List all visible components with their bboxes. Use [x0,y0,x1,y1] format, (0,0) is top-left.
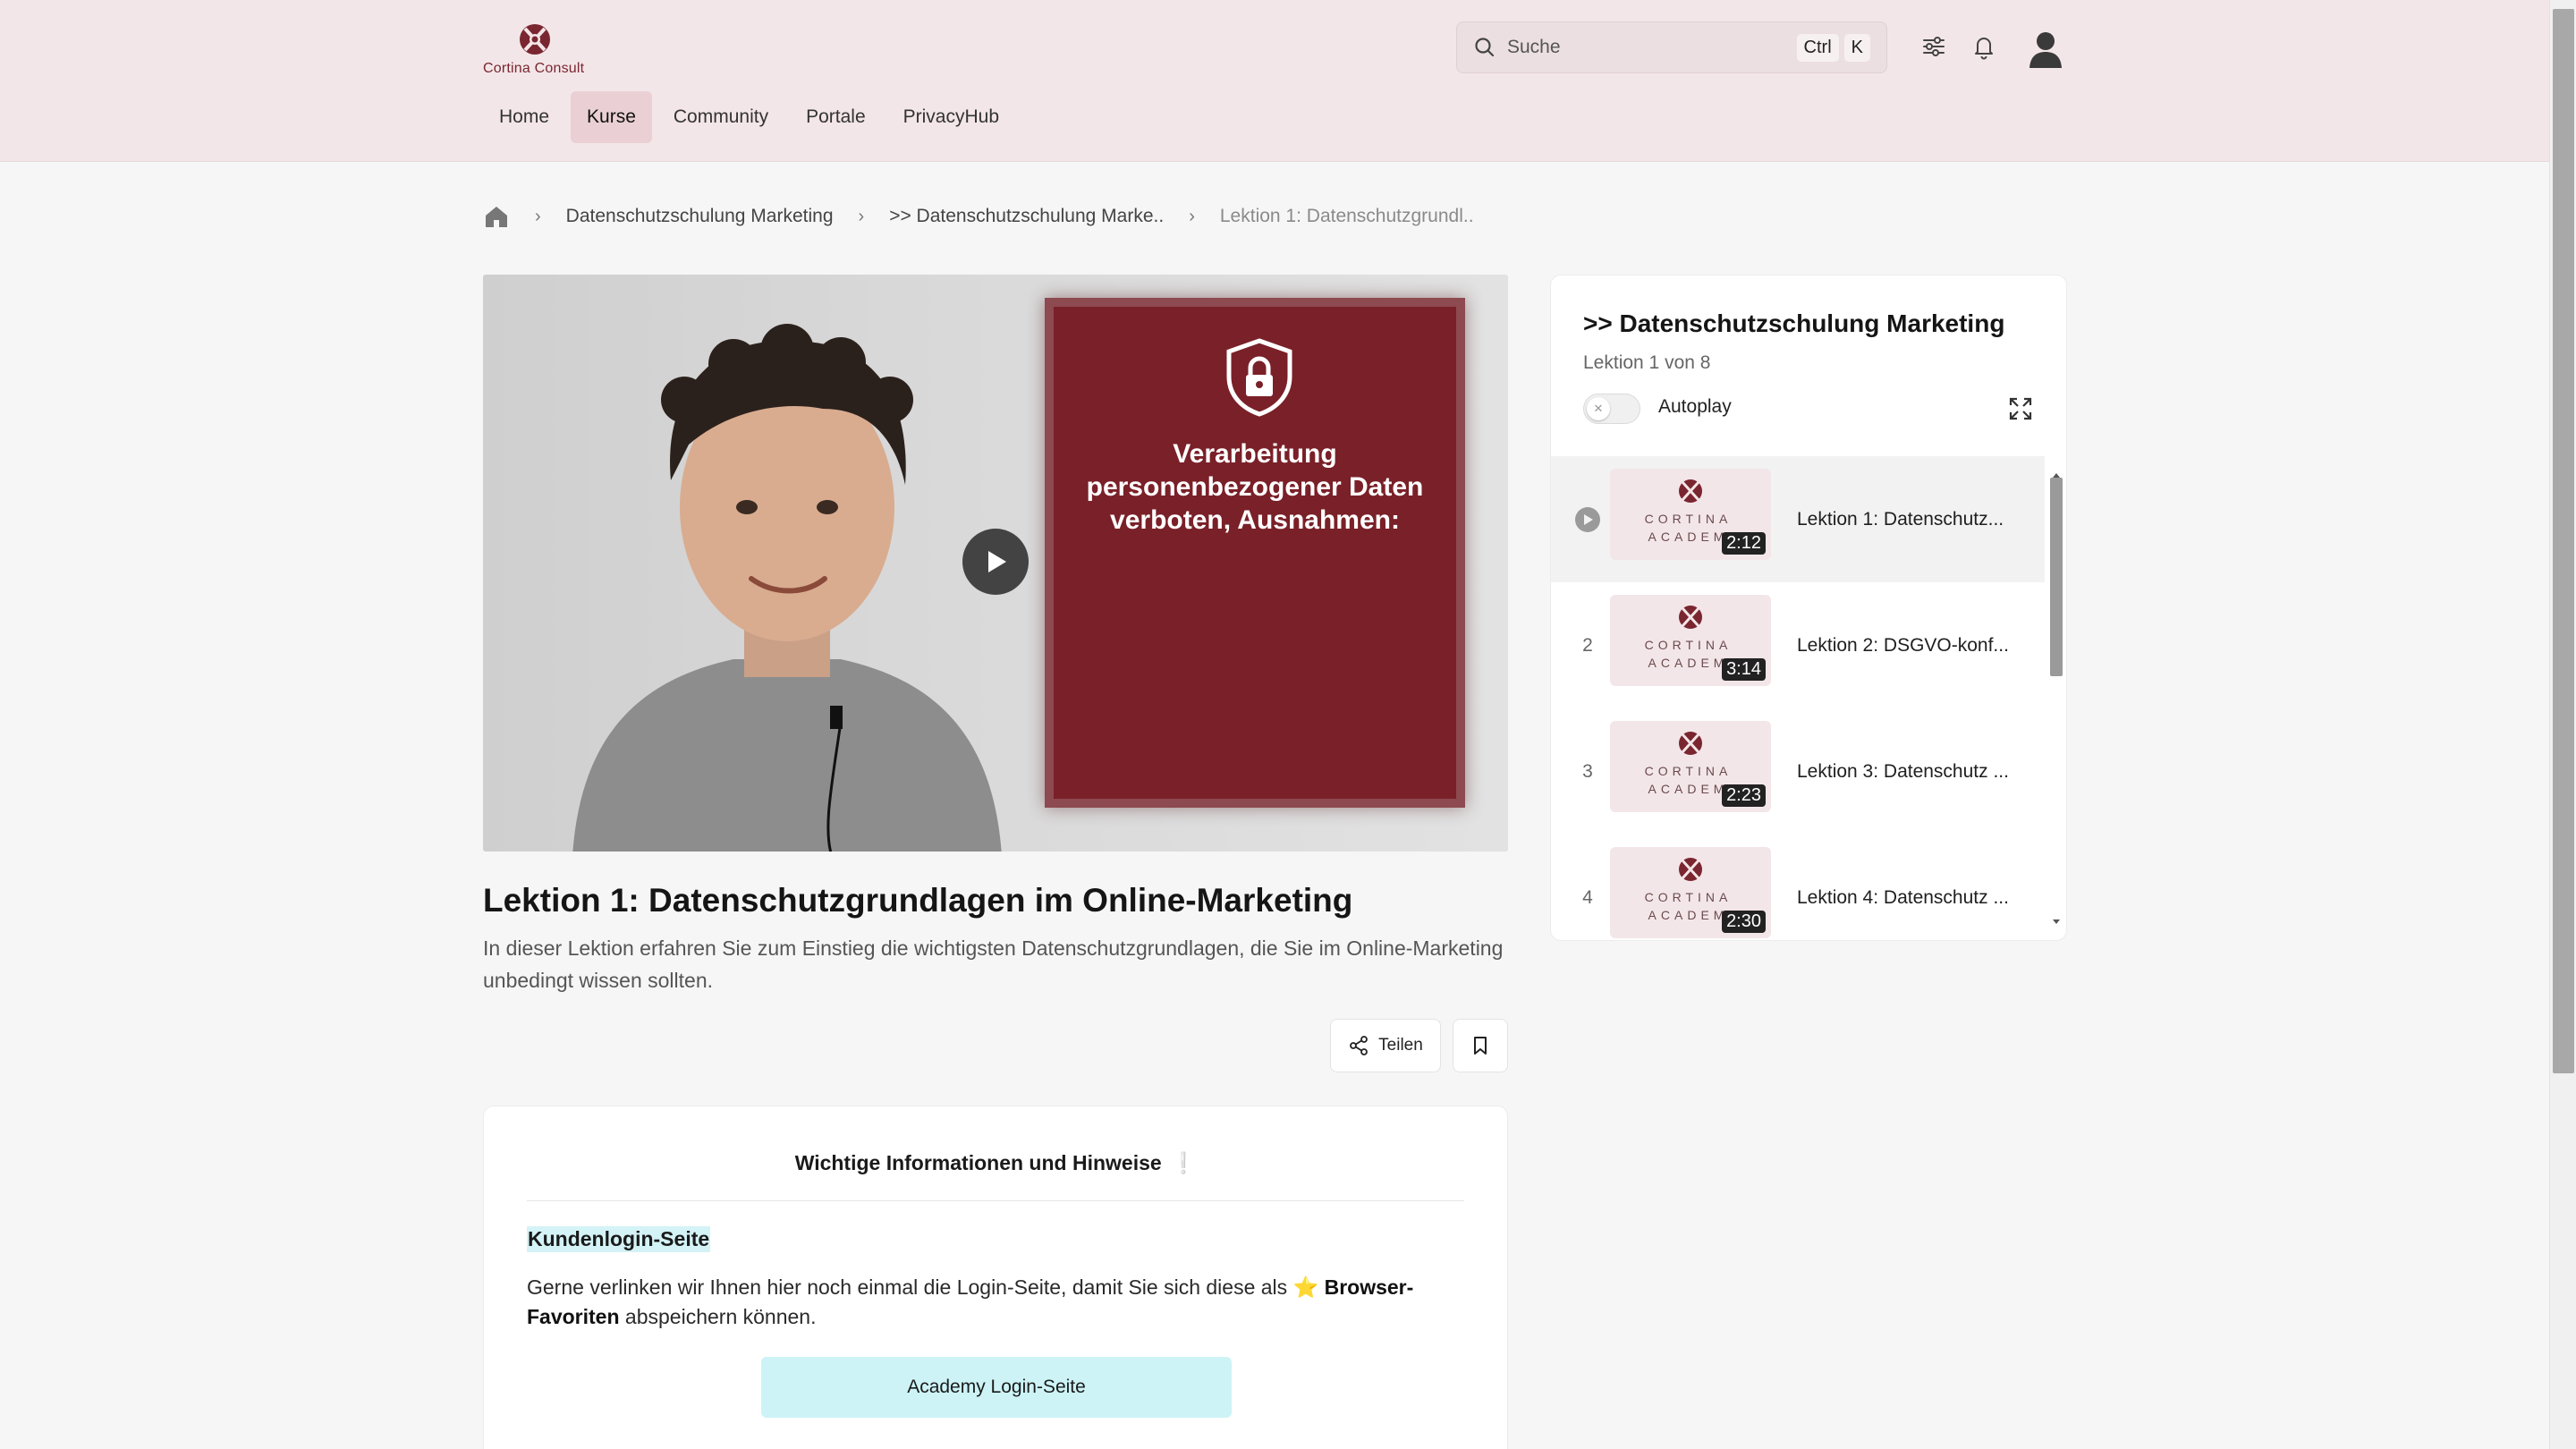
now-playing-indicator [1574,456,1601,582]
cortina-logo-mark-icon [520,24,550,55]
lesson-label: Lektion 4: Datenschutz ... [1797,886,2009,908]
chevron-right-icon: › [858,206,865,226]
lesson-thumbnail: CORTINA ACADEM 3:14 [1610,595,1771,686]
presentation-slide: Verarbeitung personenbezogener Daten ver… [1045,298,1465,808]
academy-login-button[interactable]: Academy Login-Seite [761,1357,1232,1418]
thumb-brand-line-1: CORTINA [1644,512,1733,526]
chevron-right-icon: › [535,206,541,226]
search-placeholder: Suche [1507,37,1561,57]
playlist-item-4[interactable]: 4 CORTINA ACADEM 2:30 Lektion 4: Datensc… [1551,835,2045,940]
duration-badge: 2:30 [1722,911,1766,933]
playlist-title: >> Datenschutzschulung Marketing [1583,309,2005,337]
lesson-title: Lektion 1: Datenschutzgrundlagen im Onli… [483,882,1353,919]
playlist-item-3[interactable]: 3 CORTINA ACADEM 2:23 Lektion 3: Datensc… [1551,708,2045,835]
nav-item-portale[interactable]: Portale [790,91,882,143]
sliders-icon[interactable] [1919,32,1948,61]
info-card-heading: Wichtige Informationen und Hinweise ❕ [484,1151,1507,1175]
thumb-brand-line-1: CORTINA [1644,890,1733,904]
shortcut-k-key: K [1843,33,1870,62]
share-icon [1350,1036,1368,1055]
playlist-progress: Lektion 1 von 8 [1583,352,1711,373]
exclamation-icon: ❕ [1170,1151,1197,1174]
home-icon[interactable] [483,204,510,229]
divider [527,1200,1464,1201]
playlist-scrollbar-thumb[interactable] [2050,478,2063,676]
cortina-logo-mark-icon [1679,732,1702,755]
play-circle-icon [1575,506,1600,532]
toggle-off-icon: ✕ [1587,397,1610,420]
lesson-number: 2 [1582,634,1593,656]
logo-text: Cortina Consult [483,61,585,76]
info-text-before: Gerne verlinken wir Ihnen hier noch einm… [527,1275,1293,1299]
info-card: Wichtige Informationen und Hinweise ❕ Kun… [483,1106,1508,1449]
info-heading-text: Wichtige Informationen und Hinweise [794,1151,1162,1174]
playlist-item-1[interactable]: CORTINA ACADEM 2:12 Lektion 1: Datenschu… [1551,456,2045,582]
play-button[interactable] [962,529,1029,595]
search-icon [1475,38,1495,57]
lesson-description: In dieser Lektion erfahren Sie zum Einst… [483,936,1504,992]
expand-icon[interactable] [2007,395,2034,422]
thumb-brand-line-1: CORTINA [1644,638,1733,652]
duration-badge: 2:12 [1722,532,1766,555]
bookmark-button[interactable] [1453,1019,1508,1072]
presenter-image [572,324,1002,852]
cortina-logo-mark-icon [1679,606,1702,629]
share-button[interactable]: Teilen [1330,1019,1441,1072]
breadcrumb-course[interactable]: Datenschutzschulung Marketing [566,206,834,227]
lesson-number: 3 [1582,760,1593,782]
breadcrumb-current: Lektion 1: Datenschutzgrundl.. [1219,206,1474,226]
lesson-thumbnail: CORTINA ACADEM 2:30 [1610,847,1771,938]
duration-badge: 2:23 [1722,784,1766,807]
lesson-thumbnail: CORTINA ACADEM 2:12 [1610,469,1771,560]
main-nav: Home Kurse Community Portale PrivacyHub [483,91,1015,143]
duration-badge: 3:14 [1722,658,1766,681]
cortina-logo-mark-icon [1679,479,1702,503]
nav-item-kurse[interactable]: Kurse [571,91,652,143]
video-player[interactable]: Verarbeitung personenbezogener Daten ver… [483,275,1508,852]
breadcrumb-module[interactable]: >> Datenschutzschulung Marke.. [889,206,1164,227]
kundenlogin-heading: Kundenlogin-Seite [527,1226,711,1252]
breadcrumb: › Datenschutzschulung Marketing › >> Dat… [483,204,1474,229]
lesson-playlist: >> Datenschutzschulung Marketing Lektion… [1550,275,2067,941]
nav-item-community[interactable]: Community [657,91,784,143]
star-icon: ⭐ [1292,1275,1319,1299]
playlist-items: CORTINA ACADEM 2:12 Lektion 1: Datenschu… [1551,456,2045,940]
slide-text: Verarbeitung personenbezogener Daten ver… [1086,439,1424,535]
info-text-after: abspeichern können. [619,1305,817,1328]
shortcut-ctrl-key: Ctrl [1796,33,1839,62]
lesson-label: Lektion 1: Datenschutz... [1797,508,2004,530]
share-label: Teilen [1378,1036,1423,1055]
top-header: Cortina Consult Home Kurse Community Por… [0,0,2549,162]
page-scrollbar-thumb[interactable] [2553,9,2574,1073]
autoplay-toggle[interactable]: ✕ [1583,394,1640,424]
cortina-logo-mark-icon [1679,858,1702,881]
user-avatar-icon[interactable] [2027,29,2064,70]
chevron-right-icon: › [1189,206,1195,226]
info-paragraph: Gerne verlinken wir Ihnen hier noch einm… [527,1273,1475,1332]
lesson-number: 4 [1582,886,1593,908]
nav-item-home[interactable]: Home [483,91,565,143]
playlist-item-2[interactable]: 2 CORTINA ACADEM 3:14 Lektion 2: DSGVO-k… [1551,582,2045,708]
shield-lock-icon [1226,338,1292,417]
bookmark-icon [1474,1037,1487,1055]
page-scrollbar[interactable] [2549,0,2576,1449]
play-icon [988,551,1006,572]
autoplay-label: Autoplay [1658,396,1732,417]
lesson-label: Lektion 2: DSGVO-konf... [1797,634,2009,656]
lesson-thumbnail: CORTINA ACADEM 2:23 [1610,721,1771,812]
thumb-brand-line-1: CORTINA [1644,764,1733,778]
bell-icon[interactable] [1970,32,1998,61]
cortina-consult-logo[interactable]: Cortina Consult [483,21,590,77]
lesson-label: Lektion 3: Datenschutz ... [1797,760,2009,782]
nav-item-privacyhub[interactable]: PrivacyHub [887,91,1015,143]
search-input[interactable]: Suche Ctrl K [1456,21,1887,73]
